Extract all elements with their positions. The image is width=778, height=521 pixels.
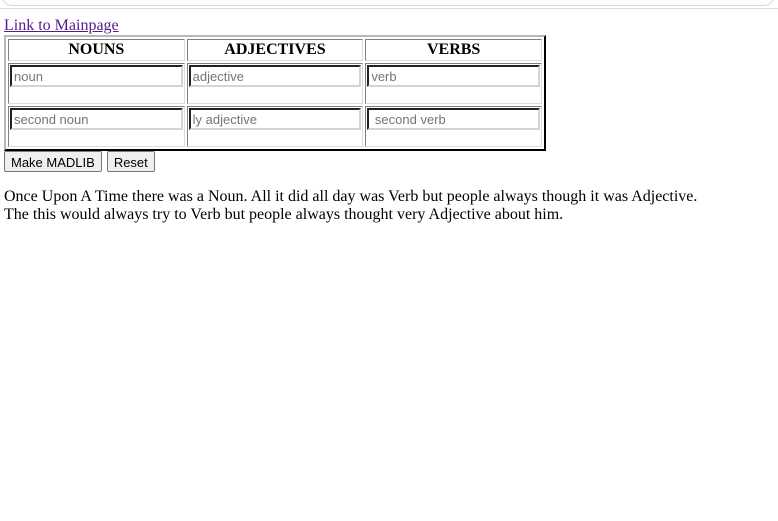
- ly-adjective-input[interactable]: [188, 108, 362, 130]
- second-verb-input[interactable]: [367, 108, 540, 130]
- ly-adjective-cell: [186, 106, 364, 147]
- second-verb-cell: [365, 106, 542, 147]
- adjective-input[interactable]: [188, 65, 362, 87]
- noun-cell: [8, 63, 185, 104]
- noun-input[interactable]: [10, 65, 183, 87]
- browser-top-divider: [0, 8, 778, 9]
- header-row: NOUNS ADJECTIVES VERBS: [8, 39, 542, 61]
- verb-cell: [365, 63, 542, 104]
- button-row: Make MADLIB Reset: [4, 151, 156, 172]
- second-noun-input[interactable]: [10, 108, 183, 130]
- adjectives-header: ADJECTIVES: [186, 39, 364, 61]
- make-madlib-button[interactable]: Make MADLIB: [4, 151, 102, 172]
- browser-top-edge: [0, 0, 778, 9]
- madlib-story: Once Upon A Time there was a Noun. All i…: [4, 188, 774, 224]
- browser-top-curve: [2, 0, 774, 6]
- reset-button[interactable]: Reset: [106, 151, 155, 172]
- second-noun-cell: [8, 106, 185, 147]
- story-line-1: Once Upon A Time there was a Noun. All i…: [4, 188, 698, 205]
- input-row-1: [8, 63, 542, 104]
- story-line-2: The this would always try to Verb but pe…: [4, 206, 564, 223]
- input-row-2: [8, 106, 542, 147]
- nouns-header: NOUNS: [8, 39, 185, 61]
- mainpage-link[interactable]: Link to Mainpage: [4, 16, 119, 35]
- adjective-cell: [186, 63, 364, 104]
- verb-input[interactable]: [367, 65, 540, 87]
- madlib-table: NOUNS ADJECTIVES VERBS: [4, 35, 546, 151]
- verbs-header: VERBS: [365, 39, 542, 61]
